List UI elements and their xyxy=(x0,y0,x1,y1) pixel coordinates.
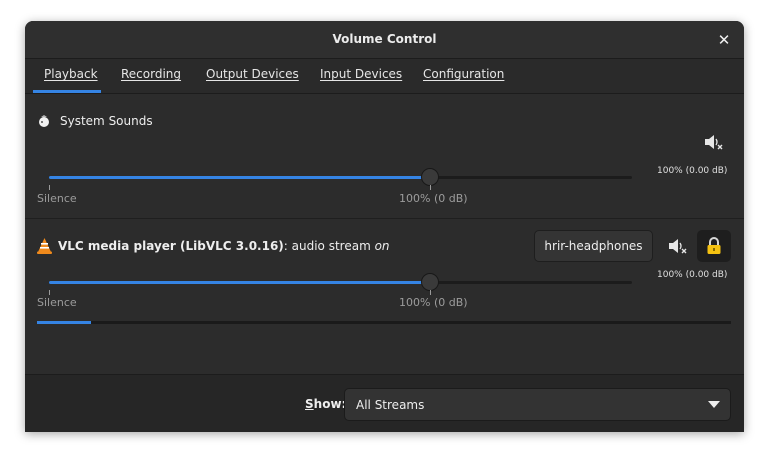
center-volume-label: 100% (0 dB) xyxy=(399,296,468,309)
show-label: Show: xyxy=(305,397,347,411)
stream-separator xyxy=(25,218,744,219)
volume-percent-label: 100% (0.00 dB) xyxy=(657,270,728,280)
speaker-muted-icon[interactable] xyxy=(702,131,724,153)
system-sounds-icon xyxy=(39,115,49,127)
lock-channels-button[interactable] xyxy=(697,230,731,262)
silence-label: Silence xyxy=(37,192,77,205)
stream-state: on xyxy=(374,239,390,253)
stream-name: System Sounds xyxy=(60,114,153,128)
show-filter-dropdown[interactable]: All Streams xyxy=(344,388,731,421)
volume-percent-label: 100% (0.00 dB) xyxy=(657,166,728,176)
volume-slider-knob[interactable] xyxy=(421,168,439,186)
tab-output-devices[interactable]: Output Devices xyxy=(206,67,299,81)
lock-icon xyxy=(707,237,721,254)
tab-input-devices[interactable]: Input Devices xyxy=(320,67,402,81)
active-tab-indicator xyxy=(33,90,101,93)
hundred-percent-tick xyxy=(430,290,431,295)
output-device-label: hrir-headphones xyxy=(544,239,643,253)
volume-slider-fill xyxy=(49,176,430,179)
stream-type: : audio stream xyxy=(283,239,375,253)
silence-tick xyxy=(49,290,50,295)
playback-stream-list: System Sounds Silence 100% (0 dB) 100% (… xyxy=(25,94,744,374)
volume-control-window: Volume Control ✕ Playback Recording Outp… xyxy=(25,21,744,432)
tab-configuration[interactable]: Configuration xyxy=(423,67,504,81)
output-device-button[interactable]: hrir-headphones xyxy=(534,230,653,262)
title-bar: Volume Control ✕ xyxy=(25,21,744,59)
close-button[interactable]: ✕ xyxy=(714,30,734,50)
peak-level-meter xyxy=(37,321,731,324)
silence-tick xyxy=(49,185,50,190)
tab-playback[interactable]: Playback xyxy=(44,67,98,81)
stream-title: VLC media player (LibVLC 3.0.16): audio … xyxy=(58,239,390,253)
hundred-percent-tick xyxy=(430,185,431,190)
chevron-down-icon xyxy=(708,401,720,408)
tab-bar: Playback Recording Output Devices Input … xyxy=(25,59,744,94)
app-name: VLC media player (LibVLC 3.0.16) xyxy=(58,239,284,253)
vlc-icon xyxy=(37,238,52,254)
volume-slider-track[interactable] xyxy=(49,176,632,179)
volume-slider-knob[interactable] xyxy=(421,273,439,291)
dropdown-selected-value: All Streams xyxy=(356,398,425,412)
peak-level-fill xyxy=(37,321,91,324)
footer-bar: Show: All Streams xyxy=(25,374,744,432)
window-title: Volume Control xyxy=(332,32,437,46)
tab-recording[interactable]: Recording xyxy=(121,67,181,81)
volume-slider-fill xyxy=(49,281,430,284)
close-icon: ✕ xyxy=(717,31,731,49)
silence-label: Silence xyxy=(37,296,77,309)
volume-slider-track[interactable] xyxy=(49,281,632,284)
speaker-muted-icon[interactable] xyxy=(666,235,688,257)
center-volume-label: 100% (0 dB) xyxy=(399,192,468,205)
